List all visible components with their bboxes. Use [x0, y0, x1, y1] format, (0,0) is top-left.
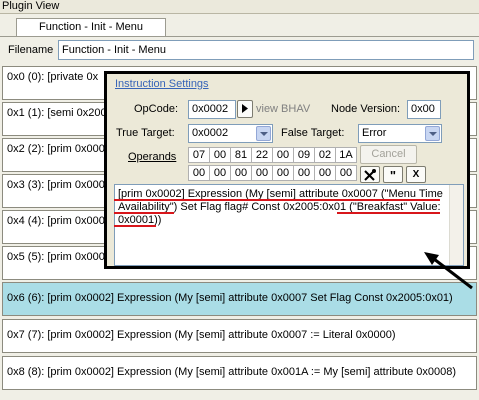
operand-cell[interactable]: 00	[293, 165, 315, 181]
play-arrow-icon	[242, 104, 248, 113]
operand-cell[interactable]: 00	[230, 165, 252, 181]
description-scrollbar[interactable]	[449, 185, 463, 265]
annotation-underline	[337, 212, 440, 214]
description-text: [prim 0x0002] Expression (My [semi] attr…	[118, 188, 443, 226]
node-version-label: Node Version:	[331, 103, 401, 115]
chevron-down-icon[interactable]	[256, 126, 271, 141]
tab-function-init-menu[interactable]: Function - Init - Menu	[16, 18, 166, 36]
cancel-button[interactable]: Cancel	[360, 145, 417, 164]
opcode-label: OpCode:	[134, 103, 179, 115]
operand-cell[interactable]: 00	[272, 147, 294, 163]
operand-cell[interactable]: 00	[272, 165, 294, 181]
chevron-down-icon[interactable]	[425, 126, 440, 141]
operand-cell[interactable]: 09	[293, 147, 315, 163]
opcode-go-button[interactable]	[237, 100, 253, 118]
operand-cell[interactable]: 00	[251, 165, 273, 181]
view-bhav-link[interactable]: view BHAV	[256, 103, 310, 115]
annotation-underline	[114, 212, 174, 214]
window-titlebar: Plugin View	[0, 0, 479, 14]
instruction-description: [prim 0x0002] Expression (My [semi] attr…	[114, 184, 464, 266]
dialog-title: Instruction Settings	[115, 78, 209, 90]
tab-divider	[0, 36, 479, 37]
operand-cell[interactable]: 07	[188, 147, 210, 163]
node-version-field[interactable]: 0x00	[407, 100, 441, 119]
list-item[interactable]: 0x7 (7): [prim 0x0002] Expression (My [s…	[2, 319, 477, 353]
instruction-settings-panel: Instruction Settings OpCode: 0x0002 view…	[104, 71, 470, 269]
false-target-select[interactable]: Error	[358, 124, 442, 143]
tools-icon	[364, 169, 376, 181]
operand-cell[interactable]: 00	[314, 165, 336, 181]
true-target-select[interactable]: 0x0002	[188, 124, 273, 143]
window-title: Plugin View	[2, 0, 60, 12]
annotation-underline	[114, 225, 156, 227]
close-x-button[interactable]: X	[406, 166, 426, 183]
opcode-field[interactable]: 0x0002	[188, 100, 236, 119]
annotation-underline	[114, 199, 440, 201]
wizard-tools-button[interactable]	[360, 166, 380, 183]
filename-field[interactable]: Function - Init - Menu	[58, 40, 474, 60]
filename-label: Filename	[8, 44, 54, 56]
operand-cell[interactable]: 00	[188, 165, 210, 181]
operand-cell[interactable]: 00	[335, 165, 357, 181]
true-target-label: True Target:	[116, 127, 175, 139]
operand-cell[interactable]: 22	[251, 147, 273, 163]
operand-cell[interactable]: 1A	[335, 147, 357, 163]
tab-label: Function - Init - Menu	[39, 21, 143, 33]
operand-cell[interactable]: 81	[230, 147, 252, 163]
list-item[interactable]: 0x8 (8): [prim 0x0002] Expression (My [s…	[2, 356, 477, 390]
operands-label: Operands	[128, 151, 177, 163]
quote-button[interactable]: "	[383, 166, 403, 183]
false-target-label: False Target:	[281, 127, 345, 139]
operand-cell[interactable]: 02	[314, 147, 336, 163]
list-item-selected[interactable]: 0x6 (6): [prim 0x0002] Expression (My [s…	[2, 282, 477, 316]
operand-cell[interactable]: 00	[209, 147, 231, 163]
operand-cell[interactable]: 00	[209, 165, 231, 181]
